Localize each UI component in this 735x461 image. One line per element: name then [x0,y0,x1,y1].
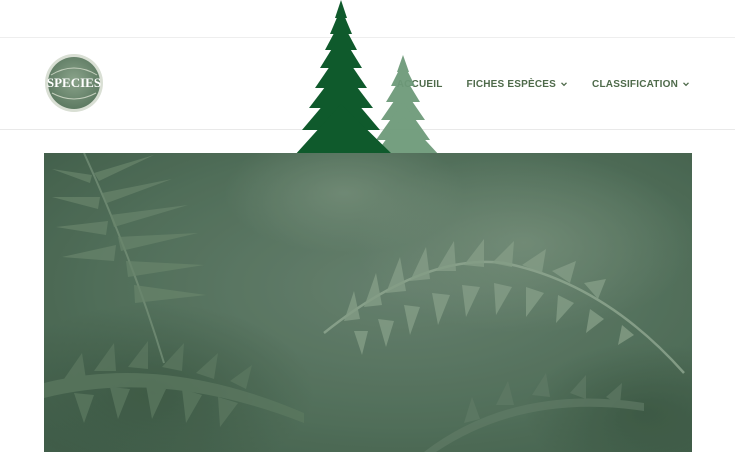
nav-item-label: CLASSIFICATION [592,78,678,90]
nav-item-label: ACCUEIL [396,78,443,90]
page: SPECIES ACCUEIL FICHES ESPÈCES CLASSIFIC… [0,0,735,461]
nav-item-fiches-especes[interactable]: FICHES ESPÈCES [467,79,569,90]
nav-item-accueil[interactable]: ACCUEIL [397,79,443,90]
logo-text: SPECIES [47,75,101,90]
chevron-down-icon [683,82,689,87]
hero-image [44,153,692,452]
main-nav: ACCUEIL FICHES ESPÈCES CLASSIFICATION [397,77,690,91]
site-logo[interactable]: SPECIES [43,53,105,113]
nav-item-classification[interactable]: CLASSIFICATION [592,79,690,90]
chevron-down-icon [561,82,568,87]
fern-leaves-image [44,153,692,452]
top-bar [0,0,735,38]
logo-badge-icon: SPECIES [45,54,103,112]
nav-item-label: FICHES ESPÈCES [466,78,557,90]
